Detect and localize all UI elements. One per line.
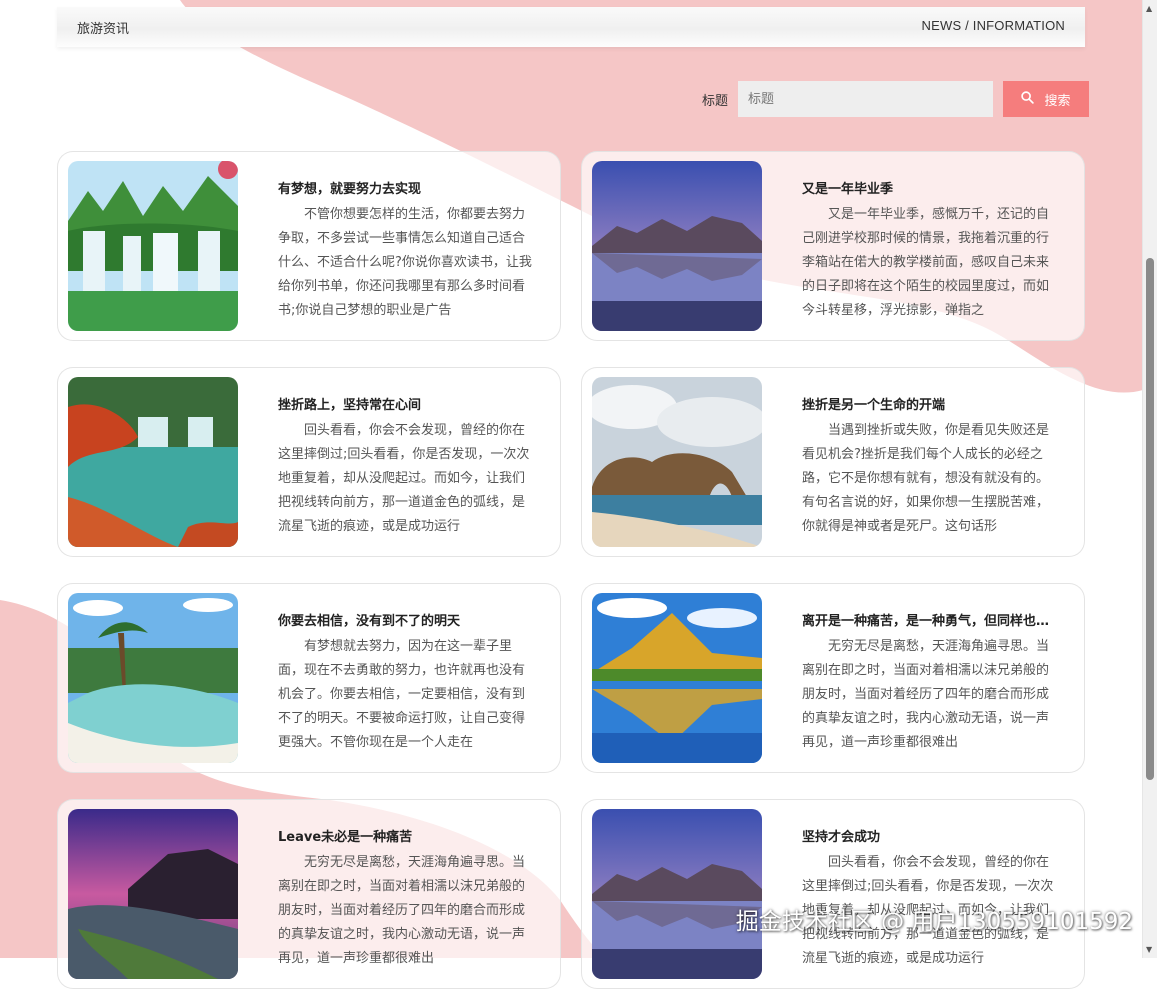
search-button[interactable]: 搜索 <box>1003 81 1089 117</box>
scroll-up-arrow-icon[interactable]: ▲ <box>1146 4 1152 13</box>
news-card-title[interactable]: 又是一年毕业季 <box>802 178 1062 197</box>
news-card-image[interactable] <box>592 809 762 979</box>
news-card-summary: 回头看看，你会不会发现，曾经的你在这里摔倒过;回头看看，你是否发现，一次次地重复… <box>278 423 530 534</box>
news-card[interactable]: 又是一年毕业季 又是一年毕业季，感慨万千，还记的自己刚进学校那时候的情景，我拖着… <box>581 151 1085 341</box>
search-label: 标题 <box>701 93 728 109</box>
section-subtitle: NEWS / INFORMATION <box>921 18 1065 33</box>
search-button-label: 搜索 <box>1044 93 1071 109</box>
news-card[interactable]: 离开是一种痛苦，是一种勇气，但同样也是一个考验 无穷无尽是离愁，天涯海角遍寻思。… <box>581 583 1085 773</box>
news-card-summary: 当遇到挫折或失败，你是看见失败还是看见机会?挫折是我们每个人成长的必经之路，它不… <box>802 423 1050 534</box>
news-card[interactable]: 坚持才会成功 回头看看，你会不会发现，曾经的你在这里摔倒过;回头看看，你是否发现… <box>581 799 1085 989</box>
news-card-image[interactable] <box>68 377 238 547</box>
news-card-title[interactable]: 有梦想，就要努力去实现 <box>278 178 538 197</box>
news-card-summary: 又是一年毕业季，感慨万千，还记的自己刚进学校那时候的情景，我拖着沉重的行李箱站在… <box>802 207 1050 318</box>
news-card-title[interactable]: 坚持才会成功 <box>802 826 1062 845</box>
news-card-image[interactable] <box>592 377 762 547</box>
header-bar: 旅游资讯 NEWS / INFORMATION <box>57 7 1085 47</box>
news-card-title[interactable]: 离开是一种痛苦，是一种勇气，但同样也是一个考验 <box>802 610 1062 629</box>
search-icon <box>1021 90 1035 108</box>
news-card-image[interactable] <box>592 161 762 331</box>
news-card-image[interactable] <box>68 161 238 331</box>
scrollbar-thumb[interactable] <box>1146 258 1154 780</box>
watermark: 掘金技术社区 @ 用户130559101592 <box>735 909 1133 935</box>
news-card-image[interactable] <box>68 809 238 979</box>
news-card-title[interactable]: 你要去相信，没有到不了的明天 <box>278 610 538 629</box>
news-card[interactable]: 挫折是另一个生命的开端 当遇到挫折或失败，你是看见失败还是看见机会?挫折是我们每… <box>581 367 1085 557</box>
news-card-summary: 无穷无尽是离愁，天涯海角遍寻思。当离别在即之时，当面对着相濡以沫兄弟般的朋友时，… <box>802 639 1050 750</box>
news-card-summary: 无穷无尽是离愁，天涯海角遍寻思。当离别在即之时，当面对着相濡以沫兄弟般的朋友时，… <box>278 855 526 966</box>
search-bar: 标题 搜索 <box>702 81 1089 117</box>
news-card-image[interactable] <box>68 593 238 763</box>
news-card-summary: 有梦想就去努力，因为在这一辈子里面，现在不去勇敢的努力，也许就再也没有机会了。你… <box>278 639 526 750</box>
scroll-down-arrow-icon[interactable]: ▼ <box>1146 945 1152 954</box>
news-card-summary: 不管你想要怎样的生活，你都要去努力争取，不多尝试一些事情怎么知道自己适合什么、不… <box>278 207 532 318</box>
section-title: 旅游资讯 <box>77 22 130 37</box>
vertical-scrollbar[interactable]: ▲ ▼ <box>1142 0 1157 958</box>
news-card-title[interactable]: 挫折路上，坚持常在心间 <box>278 394 538 413</box>
news-card[interactable]: 有梦想，就要努力去实现 不管你想要怎样的生活，你都要去努力争取，不多尝试一些事情… <box>57 151 561 341</box>
news-card[interactable]: Leave未必是一种痛苦 无穷无尽是离愁，天涯海角遍寻思。当离别在即之时，当面对… <box>57 799 561 989</box>
search-input[interactable] <box>738 81 993 117</box>
news-card-title[interactable]: Leave未必是一种痛苦 <box>278 826 538 845</box>
news-card[interactable]: 挫折路上，坚持常在心间 回头看看，你会不会发现，曾经的你在这里摔倒过;回头看看，… <box>57 367 561 557</box>
news-card-title[interactable]: 挫折是另一个生命的开端 <box>802 394 1062 413</box>
news-card-image[interactable] <box>592 593 762 763</box>
news-card[interactable]: 你要去相信，没有到不了的明天 有梦想就去努力，因为在这一辈子里面，现在不去勇敢的… <box>57 583 561 773</box>
